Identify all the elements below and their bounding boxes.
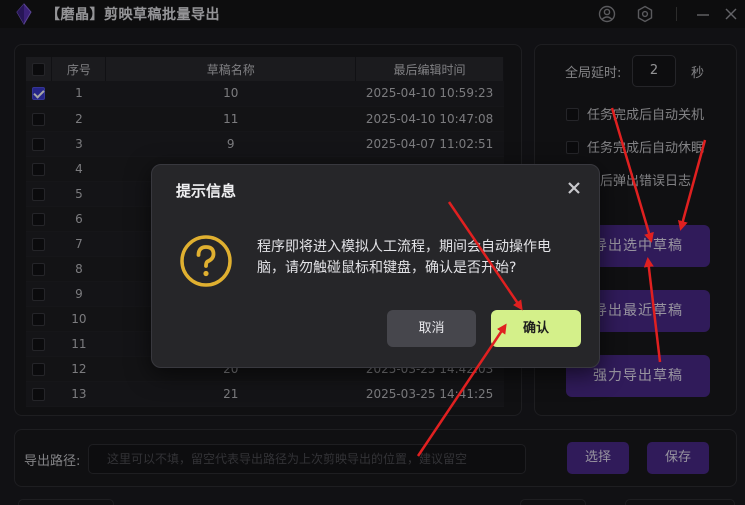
dialog-title: 提示信息 — [176, 182, 237, 200]
dialog-close-icon[interactable] — [566, 180, 582, 196]
dialog-message: 程序即将进入模拟人工流程，期间会自动操作电脑，请勿触碰鼠标和键盘，确认是否开始? — [257, 239, 551, 276]
question-icon — [180, 235, 232, 287]
confirm-button[interactable]: 确认 — [491, 310, 581, 347]
cancel-button[interactable]: 取消 — [387, 310, 476, 347]
